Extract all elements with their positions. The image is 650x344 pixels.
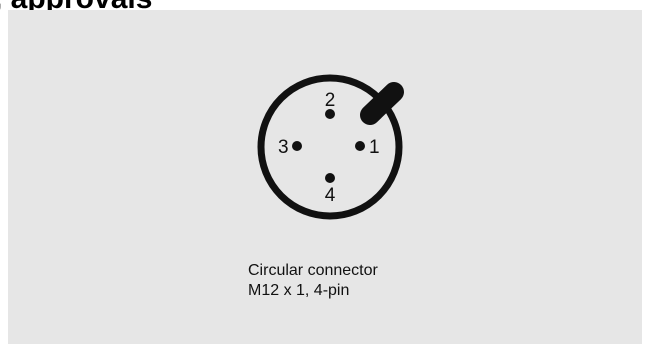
pin-4-label: 4 xyxy=(325,185,336,206)
pin-3-contact xyxy=(292,141,302,151)
caption-line-spec: M12 x 1, 4-pin xyxy=(248,282,350,299)
caption-line-type: Circular connector xyxy=(248,262,378,279)
pin-1-contact xyxy=(355,141,365,151)
pin-4-contact xyxy=(325,173,335,183)
connector-caption: Circular connector M12 x 1, 4-pin xyxy=(248,261,378,301)
pin-1-label: 1 xyxy=(369,137,380,158)
pin-3-label: 3 xyxy=(278,137,289,158)
page: , approvals 1 2 3 4 Circular connector M… xyxy=(0,0,650,344)
pin-2-label: 2 xyxy=(325,90,336,111)
connector-panel: 1 2 3 4 Circular connector M12 x 1, 4-pi… xyxy=(8,10,642,344)
